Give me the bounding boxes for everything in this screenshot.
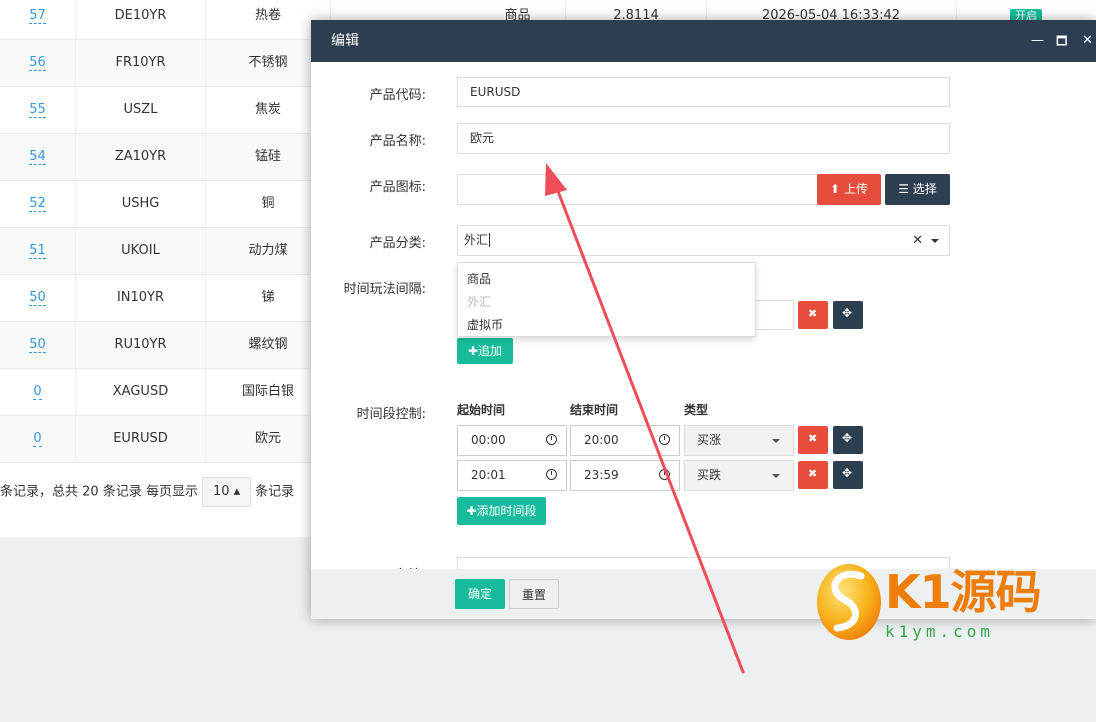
logo-icon [817, 564, 881, 640]
watermark-logo: K1源码 k1ym.com [815, 560, 1075, 650]
logo-brand-text: K1源码 [885, 565, 1042, 619]
logo-url-text: k1ym.com [885, 622, 995, 641]
